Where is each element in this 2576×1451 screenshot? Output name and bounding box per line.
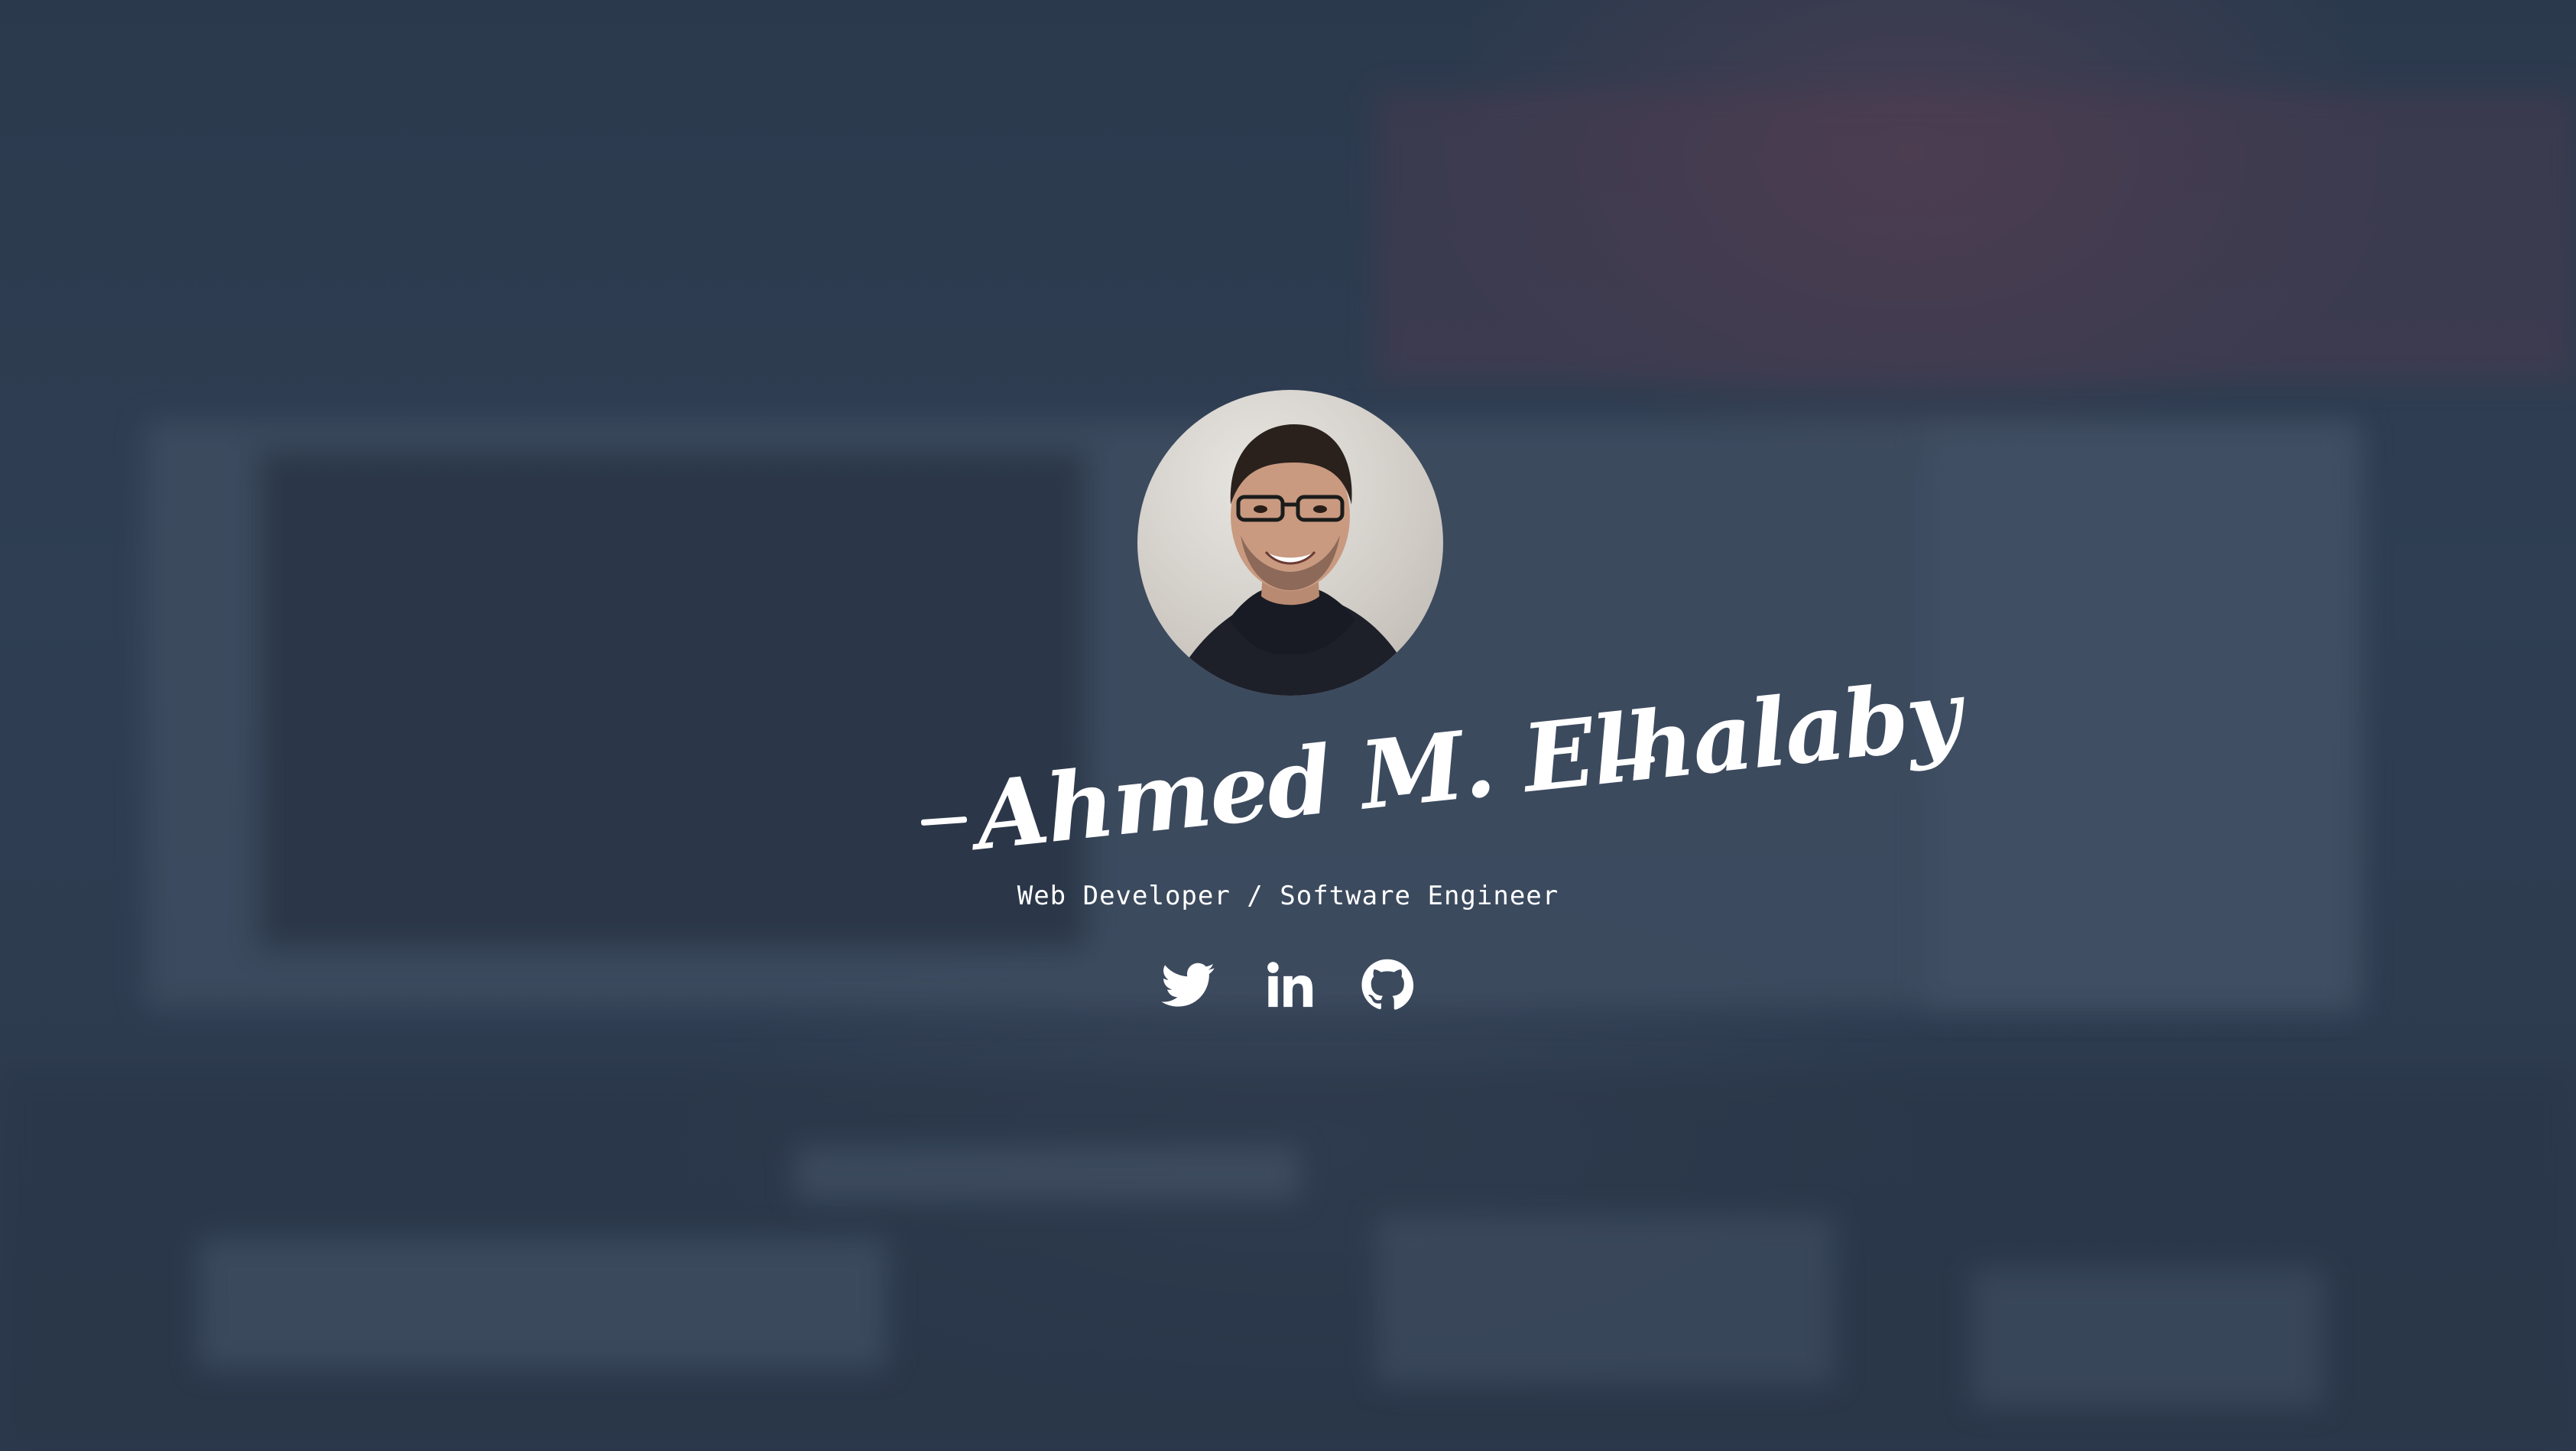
linkedin-icon — [1267, 962, 1313, 1008]
linkedin-link[interactable] — [1261, 958, 1315, 1011]
name-heading: Ahmed M. Elhalaby — [906, 658, 1964, 871]
avatar-photo — [1168, 424, 1420, 696]
twitter-link[interactable] — [1162, 958, 1215, 1011]
github-icon — [1361, 959, 1414, 1010]
profile-name: Ahmed M. Elhalaby — [970, 658, 1965, 872]
profile-subtitle: Web Developer / Software Engineer — [1017, 881, 1559, 911]
social-links — [1162, 956, 1414, 1014]
twitter-icon — [1162, 962, 1215, 1007]
github-link[interactable] — [1361, 958, 1414, 1011]
decorative-dash — [920, 816, 968, 826]
avatar — [1137, 390, 1443, 696]
